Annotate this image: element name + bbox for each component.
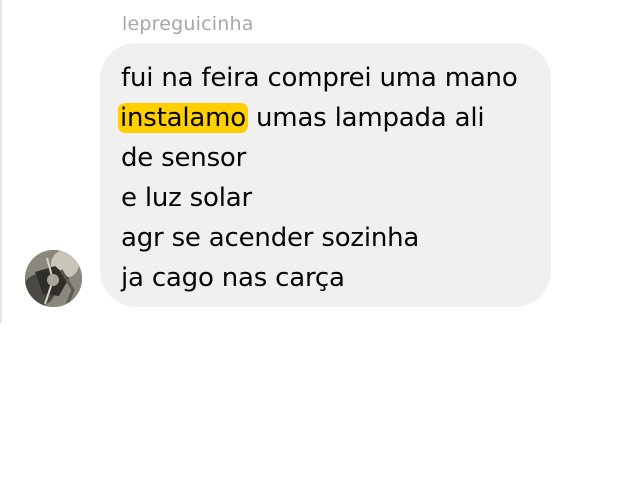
search-highlight: instalamo <box>118 103 248 133</box>
message-line: e luz solar <box>121 183 252 213</box>
message-line: de sensor <box>121 143 247 173</box>
sender-name[interactable]: lepreguicinha <box>122 13 254 35</box>
message-line: fui na feira comprei uma mano <box>121 63 518 93</box>
message-line: ja cago nas carça <box>121 263 345 293</box>
message-line: agr se acender sozinha <box>121 223 420 253</box>
message-bubble[interactable]: fui na feira comprei uma mano instalamo … <box>100 43 551 307</box>
chat-view: lepreguicinha fui na feira comprei uma m… <box>0 0 640 480</box>
message-lines: fui na feira comprei uma mano instalamo … <box>118 59 518 299</box>
message-line: instalamo umas lampada ali <box>118 103 485 133</box>
profile-photo-icon <box>25 250 82 307</box>
panel-divider <box>0 0 2 323</box>
avatar[interactable] <box>25 250 82 307</box>
